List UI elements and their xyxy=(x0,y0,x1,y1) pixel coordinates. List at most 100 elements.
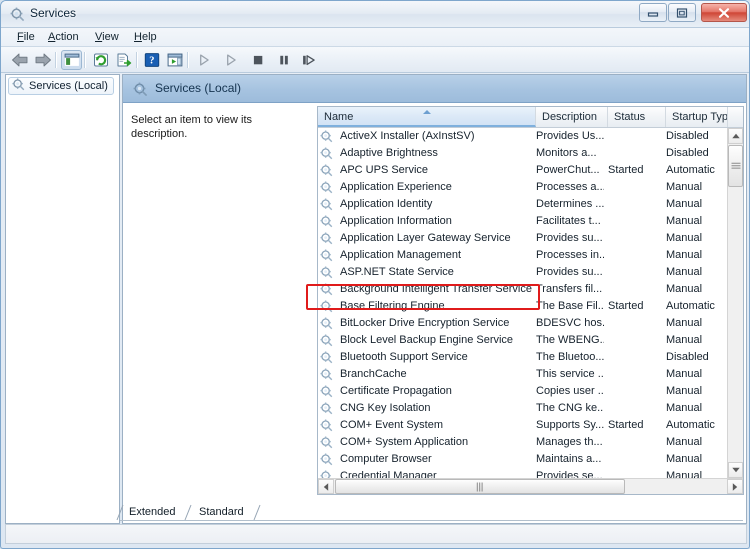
cell-description: The WBENG... xyxy=(536,334,604,346)
cell-startup: Manual xyxy=(666,385,703,397)
cell-description: Supports Sy... xyxy=(536,419,604,431)
forward-icon[interactable] xyxy=(32,50,53,70)
refresh-icon[interactable] xyxy=(90,50,111,70)
toolbar-separator xyxy=(136,52,138,68)
cell-status: Started xyxy=(608,300,644,312)
tab-divider-icon xyxy=(253,504,261,521)
stop-service-icon[interactable] xyxy=(247,50,268,70)
pane-header: Services (Local) xyxy=(123,75,746,103)
title-bar: Services xyxy=(1,1,749,28)
cell-name: Application Identity xyxy=(340,198,433,210)
tab-standard[interactable]: Standard xyxy=(190,504,253,521)
toolbar-separator xyxy=(187,52,189,68)
tab-divider-icon xyxy=(184,504,192,521)
cell-startup: Manual xyxy=(666,453,703,465)
cell-name: BitLocker Drive Encryption Service xyxy=(340,317,510,329)
table-row[interactable]: Certificate Propagation Copies user ... Ma… xyxy=(318,383,728,400)
table-row[interactable]: APC UPS Service PowerChut... Started Automa… xyxy=(318,162,728,179)
show-action-pane-icon[interactable] xyxy=(164,50,185,70)
resume-service-icon[interactable] xyxy=(220,50,241,70)
cell-description: Provides su... xyxy=(536,232,603,244)
menu-action[interactable]: Action xyxy=(42,30,85,45)
minimize-button[interactable] xyxy=(639,3,667,22)
cell-startup: Manual xyxy=(666,249,703,261)
vertical-scrollbar[interactable] xyxy=(727,128,743,478)
cell-startup: Automatic xyxy=(666,164,715,176)
horizontal-scrollbar[interactable] xyxy=(318,478,743,494)
cell-description: The Base Fil... xyxy=(536,300,604,312)
cell-description: Monitors a... xyxy=(536,147,597,159)
cell-status xyxy=(608,179,662,196)
scroll-right-button[interactable] xyxy=(727,479,743,494)
cell-status xyxy=(608,349,662,366)
table-row[interactable]: Application Management Processes in... Man… xyxy=(318,247,728,264)
help-icon[interactable]: ? xyxy=(141,50,162,70)
table-row[interactable]: ActiveX Installer (AxInstSV) Provides Us.… xyxy=(318,128,728,145)
menu-view[interactable]: View xyxy=(89,30,125,45)
tree-node-services-local[interactable]: Services (Local) xyxy=(8,77,114,95)
column-header-startup-type[interactable]: Startup Type xyxy=(666,107,728,127)
table-row[interactable]: CNG Key Isolation The CNG ke... Manual xyxy=(318,400,728,417)
table-row[interactable]: Background Intelligent Transfer Service T… xyxy=(318,281,728,298)
start-service-icon[interactable] xyxy=(193,50,214,70)
cell-description: This service ... xyxy=(536,368,604,380)
cell-name: ActiveX Installer (AxInstSV) xyxy=(340,130,475,142)
menu-file[interactable]: FFileile xyxy=(11,30,41,45)
table-row[interactable]: BitLocker Drive Encryption Service BDESVC… xyxy=(318,315,728,332)
table-row[interactable]: Computer Browser Maintains a... Manual xyxy=(318,451,728,468)
cell-description: BDESVC hos... xyxy=(536,317,604,329)
column-header-description[interactable]: Description xyxy=(536,107,608,127)
cell-name: COM+ System Application xyxy=(340,436,469,448)
table-row[interactable]: Bluetooth Support Service The Bluetoo... D… xyxy=(318,349,728,366)
description-pane: Select an item to view its description. xyxy=(123,104,315,494)
scroll-down-button[interactable] xyxy=(728,462,743,478)
cell-name: ASP.NET State Service xyxy=(340,266,454,278)
table-row[interactable]: Application Identity Determines ... Manual xyxy=(318,196,728,213)
column-header-status[interactable]: Status xyxy=(608,107,666,127)
back-icon[interactable] xyxy=(9,50,30,70)
table-row[interactable]: Adaptive Brightness Monitors a... Disabled xyxy=(318,145,728,162)
table-row[interactable]: Application Information Facilitates t... M… xyxy=(318,213,728,230)
services-gear-icon xyxy=(10,7,25,22)
horizontal-scrollbar-thumb[interactable] xyxy=(335,479,625,494)
menu-help[interactable]: Help xyxy=(128,30,163,45)
pause-service-icon[interactable] xyxy=(273,50,294,70)
cell-status xyxy=(608,145,662,162)
restart-service-icon[interactable] xyxy=(298,50,319,70)
cell-startup: Manual xyxy=(666,232,703,244)
table-row[interactable]: Application Layer Gateway Service Provide… xyxy=(318,230,728,247)
table-row[interactable]: Base Filtering Engine The Base Fil... Star… xyxy=(318,298,728,315)
body-area: Services (Local) Services (Local) Select… xyxy=(5,74,747,524)
cell-status xyxy=(608,247,662,264)
maximize-button[interactable] xyxy=(668,3,696,22)
cell-status xyxy=(608,434,662,451)
table-row[interactable]: BranchCache This service ... Manual xyxy=(318,366,728,383)
toolbar-separator xyxy=(84,52,86,68)
table-row[interactable]: Block Level Backup Engine Service The WBE… xyxy=(318,332,728,349)
cell-name: Adaptive Brightness xyxy=(340,147,438,159)
cell-name: APC UPS Service xyxy=(340,164,429,176)
cell-description: Copies user ... xyxy=(536,385,604,397)
cell-startup: Disabled xyxy=(666,130,709,142)
tab-extended[interactable]: Extended xyxy=(120,504,184,521)
cell-name: Base Filtering Engine xyxy=(340,300,445,312)
cell-description: Provides su... xyxy=(536,266,603,278)
services-window: Services FFileile Action View Help xyxy=(0,0,750,549)
cell-status: Started xyxy=(608,164,644,176)
cell-startup: Manual xyxy=(666,215,703,227)
scroll-up-button[interactable] xyxy=(728,128,743,144)
table-row[interactable]: Application Experience Processes a... Manu… xyxy=(318,179,728,196)
cell-status xyxy=(608,128,662,145)
column-header-name[interactable]: Name xyxy=(318,107,536,127)
show-hide-console-tree-icon[interactable] xyxy=(61,50,82,70)
cell-startup: Manual xyxy=(666,266,703,278)
table-row[interactable]: COM+ System Application Manages th... Manu… xyxy=(318,434,728,451)
cell-status xyxy=(608,196,662,213)
close-button[interactable] xyxy=(701,3,747,22)
scroll-left-button[interactable] xyxy=(318,479,334,494)
export-list-icon[interactable] xyxy=(113,50,134,70)
table-row[interactable]: ASP.NET State Service Provides su... Manua… xyxy=(318,264,728,281)
table-row[interactable]: COM+ Event System Supports Sy... Started Au… xyxy=(318,417,728,434)
console-tree-pane: Services (Local) xyxy=(5,74,120,524)
vertical-scrollbar-thumb[interactable] xyxy=(728,145,743,187)
